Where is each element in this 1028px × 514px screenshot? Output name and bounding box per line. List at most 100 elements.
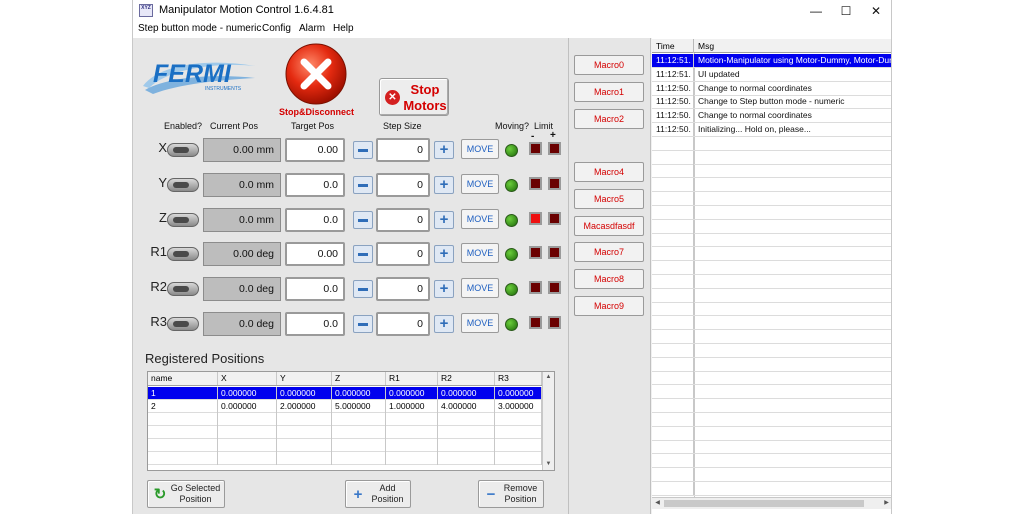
registered-positions-table[interactable]: name X Y Z R1 R2 R3 1 0.000000 0.000000 0.000000 0… — [147, 371, 555, 471]
menu-config[interactable]: Config — [262, 23, 291, 34]
move-button-r3[interactable]: MOVE — [461, 313, 499, 333]
log-row[interactable] — [652, 357, 891, 372]
step-decrement-x[interactable] — [353, 141, 373, 159]
log-row[interactable]: 11:12:50. Change to Step button mode - nu… — [652, 95, 891, 110]
log-row[interactable]: 11:12:51. Motion-Manipulator using Motor-… — [652, 54, 891, 68]
step-decrement-z[interactable] — [353, 210, 373, 229]
enable-toggle-r3[interactable] — [167, 317, 199, 331]
move-button-r2[interactable]: MOVE — [461, 278, 499, 299]
go-selected-position-button[interactable]: ↻ Go Selected Position — [147, 480, 225, 508]
log-row[interactable] — [652, 288, 891, 303]
macro-button-2[interactable]: Macro2 — [574, 109, 644, 129]
target-pos-input-r3[interactable]: 0.0 — [285, 312, 345, 336]
maximize-button[interactable]: ☐ — [831, 2, 861, 20]
move-button-x[interactable]: MOVE — [461, 139, 499, 159]
log-row[interactable] — [652, 219, 891, 234]
log-row[interactable] — [652, 343, 891, 358]
log-row[interactable] — [652, 468, 891, 482]
add-position-button[interactable]: + Add Position — [345, 480, 411, 508]
table-row[interactable] — [148, 426, 542, 439]
target-pos-input-r1[interactable]: 0.00 — [285, 242, 345, 267]
log-row[interactable] — [652, 233, 891, 248]
log-row[interactable] — [652, 399, 891, 413]
log-row[interactable] — [652, 261, 891, 275]
table-row[interactable] — [148, 439, 542, 452]
step-increment-y[interactable]: + — [434, 175, 454, 194]
macro-button-6[interactable]: Macro7 — [574, 242, 644, 263]
log-row[interactable] — [652, 247, 891, 262]
menu-help[interactable]: Help — [333, 23, 354, 34]
step-size-input-r3[interactable]: 0 — [376, 312, 430, 336]
step-size-input-z[interactable]: 0 — [376, 207, 430, 232]
step-size-input-r2[interactable]: 0 — [376, 277, 430, 302]
menu-step-button-mode[interactable]: Step button mode - numeric — [138, 23, 261, 34]
step-decrement-y[interactable] — [353, 175, 373, 194]
target-pos-input-x[interactable]: 0.00 — [285, 138, 345, 162]
log-row[interactable] — [652, 440, 891, 455]
log-row[interactable] — [652, 454, 891, 469]
scroll-up-icon[interactable]: ▲ — [544, 373, 553, 382]
enable-toggle-x[interactable] — [167, 143, 199, 157]
step-decrement-r1[interactable] — [353, 245, 373, 264]
enable-toggle-y[interactable] — [167, 177, 199, 192]
macro-button-7[interactable]: Macro8 — [574, 269, 644, 290]
log-row[interactable] — [652, 330, 891, 344]
step-increment-r3[interactable]: + — [434, 315, 454, 333]
log-row[interactable] — [652, 205, 891, 220]
target-pos-input-z[interactable]: 0.0 — [285, 207, 345, 232]
macro-button-0[interactable]: Macro0 — [574, 55, 644, 75]
log-scroll-thumb[interactable] — [664, 500, 864, 507]
stop-motors-button[interactable]: ✕ Stop Motors — [379, 78, 449, 116]
enable-toggle-z[interactable] — [167, 212, 199, 227]
step-size-input-x[interactable]: 0 — [376, 138, 430, 162]
table-row[interactable]: 2 0.000000 2.000000 5.000000 1.000000 4.00000… — [148, 400, 542, 413]
log-row[interactable]: 11:12:50. Initializing... Hold on, please… — [652, 123, 891, 137]
enable-toggle-r1[interactable] — [167, 247, 199, 262]
log-horizontal-scrollbar[interactable]: ◀ ▶ — [652, 497, 891, 509]
log-row[interactable] — [652, 371, 891, 386]
log-row[interactable]: 11:12:50. Change to normal coordinates — [652, 109, 891, 124]
step-size-input-r1[interactable]: 0 — [376, 242, 430, 267]
target-pos-input-r2[interactable]: 0.0 — [285, 277, 345, 302]
scroll-down-icon[interactable]: ▼ — [544, 460, 553, 469]
log-row[interactable] — [652, 178, 891, 193]
target-pos-input-y[interactable]: 0.0 — [285, 172, 345, 197]
log-row[interactable]: 11:12:50. Change to normal coordinates — [652, 81, 891, 96]
close-button[interactable]: ✕ — [861, 2, 891, 20]
table-row[interactable] — [148, 452, 542, 465]
stop-disconnect-button[interactable] — [284, 42, 348, 106]
step-increment-x[interactable]: + — [434, 141, 454, 159]
log-row[interactable] — [652, 274, 891, 289]
move-button-r1[interactable]: MOVE — [461, 243, 499, 264]
step-decrement-r2[interactable] — [353, 280, 373, 299]
table-row[interactable] — [148, 413, 542, 426]
step-increment-r2[interactable]: + — [434, 280, 454, 299]
log-row[interactable] — [652, 164, 891, 179]
macro-button-3[interactable]: Macro4 — [574, 162, 644, 182]
log-row[interactable] — [652, 385, 891, 400]
macro-button-8[interactable]: Macro9 — [574, 296, 644, 316]
scroll-right-icon[interactable]: ▶ — [882, 499, 891, 508]
minimize-button[interactable]: — — [801, 2, 831, 20]
menu-alarm[interactable]: Alarm — [299, 23, 325, 34]
enable-toggle-r2[interactable] — [167, 282, 199, 297]
macro-button-1[interactable]: Macro1 — [574, 82, 644, 102]
step-increment-z[interactable]: + — [434, 210, 454, 229]
move-button-y[interactable]: MOVE — [461, 173, 499, 194]
log-table[interactable]: Time Msg 11:12:51. Motion-Manipulator usi… — [652, 38, 891, 514]
macro-button-4[interactable]: Macro5 — [574, 188, 644, 209]
step-decrement-r3[interactable] — [353, 315, 373, 333]
log-row[interactable] — [652, 412, 891, 427]
macro-button-5[interactable]: Macasdfasdf — [574, 215, 644, 236]
remove-position-button[interactable]: − Remove Position — [478, 480, 544, 508]
log-row[interactable] — [652, 136, 891, 151]
log-row[interactable] — [652, 302, 891, 317]
move-button-z[interactable]: MOVE — [461, 208, 499, 229]
log-row[interactable] — [652, 192, 891, 206]
table-scrollbar[interactable]: ▲ ▼ — [542, 372, 554, 470]
table-row[interactable]: 1 0.000000 0.000000 0.000000 0.000000 0.00000… — [148, 387, 542, 400]
log-row[interactable] — [652, 316, 891, 331]
step-size-input-y[interactable]: 0 — [376, 172, 430, 197]
step-increment-r1[interactable]: + — [434, 245, 454, 264]
log-row[interactable] — [652, 150, 891, 165]
